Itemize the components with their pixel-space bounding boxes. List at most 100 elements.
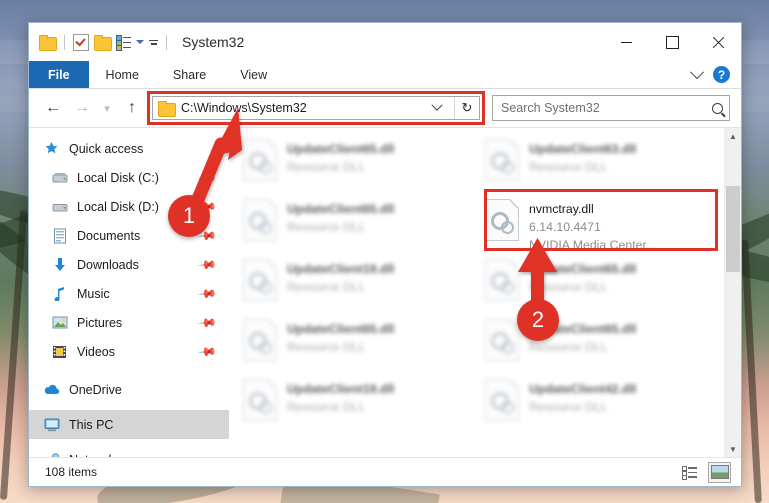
network-icon (43, 452, 60, 457)
ribbon-right-controls: ? (689, 61, 741, 88)
file-name: UpdateClient19.dll (287, 262, 395, 276)
file-item[interactable]: UpdateClient63.dll Resource DLL (479, 134, 721, 194)
view-mode-buttons (679, 461, 731, 483)
documents-icon (51, 228, 68, 244)
ribbon-tabs: File Home Share View ? (29, 61, 741, 89)
sidebar-item-label: Downloads (77, 257, 139, 272)
file-name: UpdateClient65.dll (287, 142, 395, 156)
dll-file-icon (243, 259, 277, 301)
file-item[interactable]: UpdateClient65.dll Resource DLL (237, 134, 479, 194)
download-icon (51, 257, 68, 273)
toolbar-divider (166, 34, 167, 50)
computer-icon (43, 417, 60, 433)
sidebar-item-onedrive[interactable]: OneDrive (29, 375, 229, 404)
address-dropdown-button[interactable] (426, 99, 448, 112)
pin-icon[interactable]: 📌 (197, 312, 217, 332)
sidebar-item-music[interactable]: Music 📌 (29, 279, 229, 308)
file-name: UpdateClient63.dll (529, 142, 637, 156)
drive-icon (51, 170, 68, 186)
pin-icon[interactable]: 📌 (197, 254, 217, 274)
file-grid: UpdateClient65.dll Resource DLL UpdateCl… (237, 134, 721, 457)
sidebar-item-downloads[interactable]: Downloads 📌 (29, 250, 229, 279)
drive-icon (51, 199, 68, 215)
status-bar: 108 items (29, 457, 741, 486)
file-explorer-window: System32 File Home Share View ? ← → ▾ ↑ (28, 22, 742, 487)
scroll-up-icon[interactable]: ▲ (725, 128, 741, 144)
sidebar-item-videos[interactable]: Videos 📌 (29, 337, 229, 366)
sidebar-item-label: Documents (77, 228, 141, 243)
file-list-pane[interactable]: UpdateClient65.dll Resource DLL UpdateCl… (229, 128, 741, 457)
maximize-icon (665, 35, 679, 49)
customize-toolbar-icon[interactable] (149, 39, 158, 45)
search-icon[interactable] (712, 102, 723, 114)
maximize-button[interactable] (649, 23, 695, 61)
file-description: Resource DLL (287, 220, 366, 234)
view-list-icon[interactable] (116, 35, 131, 51)
annotation-badge-1: 1 (168, 195, 210, 237)
pictures-icon (51, 315, 68, 331)
star-icon (43, 141, 60, 157)
file-item[interactable]: UpdateClient65.dll Resource DLL (237, 314, 479, 374)
help-button[interactable]: ? (713, 66, 730, 83)
file-item[interactable]: UpdateClient42.dll Resource DLL (479, 374, 721, 434)
file-item[interactable]: UpdateClient65.dll Resource DLL (237, 194, 479, 254)
pin-icon[interactable]: 📌 (197, 283, 217, 303)
sidebar-item-this-pc[interactable]: This PC (29, 410, 229, 439)
sidebar-item-pictures[interactable]: Pictures 📌 (29, 308, 229, 337)
sidebar-item-label: Network (69, 453, 115, 458)
minimize-button[interactable] (603, 23, 649, 61)
annotation-marker-1: 1 (150, 100, 260, 245)
file-description: Resource DLL (529, 160, 608, 174)
scroll-down-icon[interactable]: ▼ (725, 441, 741, 457)
sidebar-item-label: Local Disk (C:) (77, 170, 159, 185)
properties-icon[interactable] (73, 33, 89, 51)
quick-access-toolbar[interactable] (29, 33, 170, 51)
tab-view[interactable]: View (223, 61, 284, 88)
large-icons-view-icon (710, 465, 729, 479)
sidebar-item-label: Videos (77, 344, 115, 359)
dll-file-icon (485, 199, 519, 241)
dll-file-icon (485, 379, 519, 421)
up-button[interactable]: ↑ (119, 95, 145, 121)
file-item[interactable]: UpdateClient19.dll Resource DLL (237, 254, 479, 314)
sidebar-item-network[interactable]: Network (29, 445, 229, 457)
forward-button[interactable]: → (69, 95, 95, 121)
pin-icon[interactable]: 📌 (197, 341, 217, 361)
details-view-button[interactable] (679, 463, 700, 482)
chevron-down-icon[interactable] (136, 40, 144, 44)
large-icons-view-button[interactable] (708, 461, 731, 483)
folder-icon[interactable] (39, 35, 57, 51)
title-bar: System32 (29, 23, 741, 61)
onedrive-icon (43, 382, 60, 398)
tab-home[interactable]: Home (89, 61, 156, 88)
sidebar-item-label: Pictures (77, 315, 123, 330)
chevron-down-icon[interactable] (689, 64, 705, 79)
close-button[interactable] (695, 23, 741, 61)
videos-icon (51, 344, 68, 360)
dll-file-icon (243, 379, 277, 421)
sidebar-item-label: OneDrive (69, 382, 122, 397)
details-view-icon (682, 466, 697, 480)
file-description: Resource DLL (529, 400, 608, 414)
refresh-button[interactable]: ↻ (454, 97, 479, 119)
tab-file[interactable]: File (29, 61, 89, 88)
folder-icon[interactable] (94, 35, 112, 51)
recent-locations-button[interactable]: ▾ (98, 95, 116, 121)
file-description: Resource DLL (287, 340, 366, 354)
file-description: Resource DLL (287, 160, 366, 174)
window-title: System32 (182, 34, 245, 50)
sidebar-item-label: Music (77, 286, 110, 301)
vertical-scrollbar[interactable]: ▲ ▼ (724, 128, 741, 457)
file-item[interactable]: UpdateClient19.dll Resource DLL (237, 374, 479, 434)
file-name: nvmctray.dll (529, 202, 594, 216)
music-icon (51, 286, 68, 302)
file-name: UpdateClient65.dll (287, 322, 395, 336)
search-input[interactable]: Search System32 (492, 95, 730, 121)
scrollbar-thumb[interactable] (726, 186, 740, 272)
file-name: UpdateClient42.dll (529, 382, 637, 396)
navigation-bar: ← → ▾ ↑ C:\Windows\System32 ↻ Search Sys… (29, 89, 741, 127)
file-name: UpdateClient65.dll (287, 202, 395, 216)
tab-share[interactable]: Share (156, 61, 223, 88)
back-button[interactable]: ← (40, 95, 66, 121)
file-version: 6.14.10.4471 (529, 220, 601, 234)
